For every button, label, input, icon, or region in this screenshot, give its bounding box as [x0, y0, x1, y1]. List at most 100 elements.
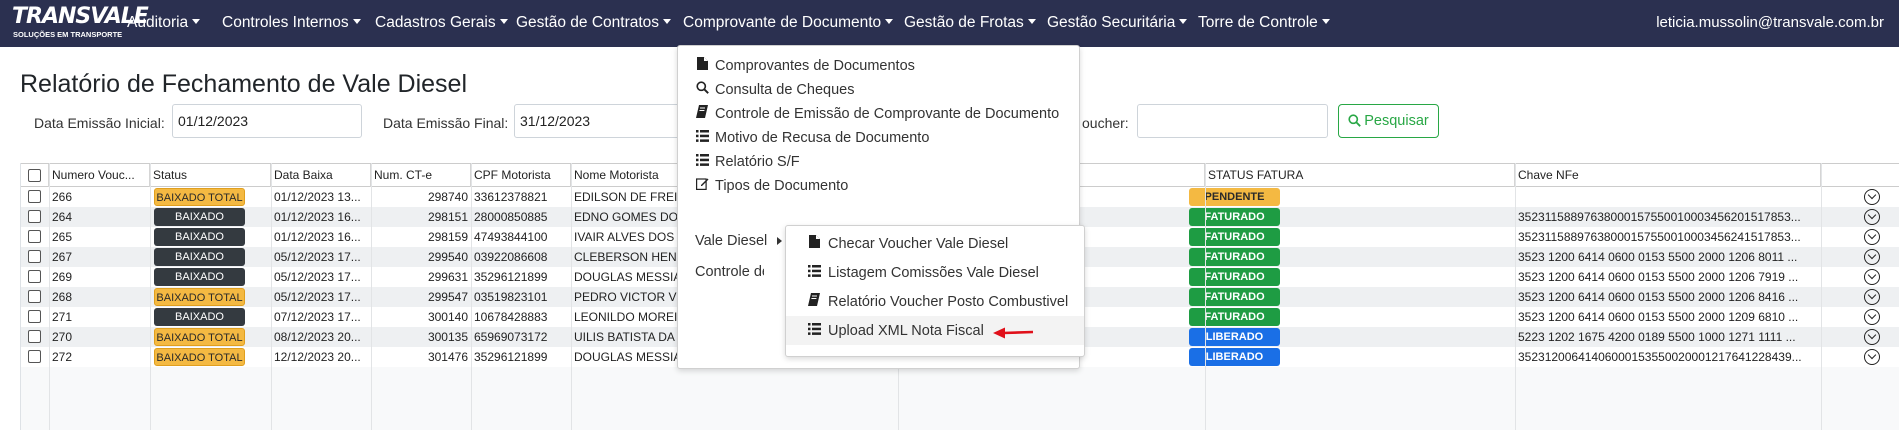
- cell-chave-nfe: [1515, 187, 1821, 207]
- cell-data-baixa: 12/12/2023 20...: [274, 350, 361, 364]
- status-badge: BAIXADO PARCIAL: [154, 268, 245, 301]
- cell-num-cte: 299631: [427, 270, 468, 284]
- nav-menu-cadastros-gerais[interactable]: Cadastros Gerais: [375, 0, 508, 47]
- cell-chave-nfe: 3523 1200 6414 0600 0153 5500 2000 1206 …: [1518, 250, 1798, 264]
- header-chave-nfe[interactable]: Chave NFe: [1515, 164, 1821, 187]
- submenu-item-listagem-comissoes[interactable]: Listagem Comissões Vale Diesel: [786, 258, 1084, 287]
- check-circle-icon[interactable]: [1864, 349, 1880, 365]
- cell-num-cte: 301476: [427, 350, 468, 364]
- emissao-final-input[interactable]: 31/12/2023: [514, 104, 704, 138]
- caret-down-icon: [885, 19, 894, 25]
- check-circle-icon[interactable]: [1864, 209, 1880, 225]
- submenu-item-label: Relatório Voucher Posto Combustivel: [828, 294, 1069, 310]
- nav-menu-gestao-securitaria[interactable]: Gestão Securitária: [1047, 0, 1188, 47]
- status-fatura-badge: FATURADO: [1189, 208, 1280, 226]
- caret-right-icon: [777, 237, 783, 246]
- logo-subtitle: SOLUÇÕES EM TRANSPORTE: [13, 30, 123, 39]
- menu-item-label: Consulta de Cheques: [715, 82, 855, 98]
- menu-item-label: Controle de Emissão de Comprovante de Do…: [715, 106, 1060, 122]
- check-circle-icon[interactable]: [1864, 249, 1880, 265]
- submenu-item-upload-xml[interactable]: Upload XML Nota Fiscal: [786, 316, 1084, 345]
- nav-menu-torre-controle[interactable]: Torre de Controle: [1198, 0, 1330, 47]
- nav-menu-comprovante-documento[interactable]: Comprovante de Documento: [683, 0, 894, 47]
- cell-numero-voucher: 270: [52, 330, 73, 344]
- status-badge: BAIXADO PARCIAL: [154, 228, 245, 261]
- row-checkbox[interactable]: [28, 250, 41, 263]
- column-divider: [49, 163, 50, 430]
- cell-data-baixa: 05/12/2023 17...: [274, 250, 361, 264]
- status-fatura-badge: FATURADO: [1189, 268, 1280, 286]
- header-numero-voucher[interactable]: Numero Vouc...: [49, 164, 150, 187]
- status-badge: BAIXADO PARCIAL: [154, 248, 245, 281]
- menu-item-label: Comprovantes de Documentos: [715, 58, 915, 74]
- row-checkbox[interactable]: [28, 330, 41, 343]
- row-checkbox[interactable]: [28, 190, 41, 203]
- header-cpf-motorista[interactable]: CPF Motorista: [471, 164, 571, 187]
- status-fatura-badge: FATURADO: [1189, 288, 1280, 306]
- row-checkbox[interactable]: [28, 270, 41, 283]
- transvale-logo[interactable]: TRANSVALE SOLUÇÕES EM TRANSPORTE: [12, 5, 149, 41]
- status-fatura-badge: FATURADO: [1189, 248, 1280, 266]
- cell-num-cte: 300140: [427, 310, 468, 324]
- caret-down-icon: [499, 19, 508, 25]
- status-badge: BAIXADO PARCIAL: [154, 308, 245, 341]
- check-circle-icon[interactable]: [1864, 289, 1880, 305]
- column-divider: [271, 163, 272, 430]
- submenu-item-checar-voucher[interactable]: Checar Voucher Vale Diesel: [786, 229, 1084, 258]
- emissao-inicial-input[interactable]: 01/12/2023: [172, 104, 362, 138]
- user-email[interactable]: leticia.mussolin@transvale.com.br: [1656, 0, 1884, 47]
- check-circle-icon[interactable]: [1864, 189, 1880, 205]
- row-checkbox[interactable]: [28, 230, 41, 243]
- cell-cpf-motorista: 35296121899: [474, 350, 548, 364]
- menu-item-controle-m[interactable]: Controle de M: [678, 258, 764, 286]
- submenu-item-relatorio-voucher[interactable]: Relatório Voucher Posto Combustivel: [786, 287, 1084, 316]
- check-circle-icon[interactable]: [1864, 329, 1880, 345]
- caret-down-icon: [1027, 19, 1036, 25]
- header-status-fatura[interactable]: STATUS FATURA: [1205, 164, 1515, 187]
- nav-menu-gestao-frotas[interactable]: Gestão de Frotas: [904, 0, 1036, 47]
- status-badge: BAIXADO PARCIAL: [154, 208, 245, 241]
- search-button[interactable]: Pesquisar: [1338, 104, 1439, 138]
- cell-chave-nfe: 3523115889763800015755001000345624151785…: [1518, 230, 1801, 244]
- nav-menu-auditoria[interactable]: Auditoria: [127, 0, 201, 47]
- header-status[interactable]: Status: [150, 164, 271, 187]
- select-all-checkbox[interactable]: [28, 169, 41, 182]
- row-checkbox[interactable]: [28, 210, 41, 223]
- menu-item-label: Relatório S/F: [715, 154, 800, 170]
- page-title: Relatório de Fechamento de Vale Diesel: [20, 70, 468, 98]
- cell-data-baixa: 05/12/2023 17...: [274, 270, 361, 284]
- row-checkbox[interactable]: [28, 350, 41, 363]
- cell-chave-nfe: 5223 1202 1675 4200 0189 5500 1000 1271 …: [1518, 330, 1796, 344]
- header-num-cte[interactable]: Num. CT-e: [371, 164, 471, 187]
- cell-cpf-motorista: 65969073172: [474, 330, 548, 344]
- cell-cpf-motorista: 35296121899: [474, 270, 548, 284]
- nav-label: Auditoria: [127, 14, 189, 31]
- cell-numero-voucher: 271: [52, 310, 73, 324]
- row-checkbox[interactable]: [28, 310, 41, 323]
- emissao-inicial-label: Data Emissão Inicial:: [34, 115, 165, 131]
- row-checkbox[interactable]: [28, 290, 41, 303]
- cell-numero-voucher: 265: [52, 230, 73, 244]
- cell-numero-voucher: 269: [52, 270, 73, 284]
- select-all-cell: [21, 164, 49, 187]
- cell-chave-nfe: 3523115889763800015755001000345620151785…: [1518, 210, 1801, 224]
- status-fatura-badge: FATURADO: [1189, 228, 1280, 246]
- cell-chave-nfe: 3523 1200 6414 0600 0153 5500 2000 1206 …: [1518, 290, 1799, 304]
- top-navbar: TRANSVALE SOLUÇÕES EM TRANSPORTE Auditor…: [0, 0, 1899, 47]
- nav-label: Gestão de Contratos: [516, 14, 660, 31]
- check-circle-icon[interactable]: [1864, 269, 1880, 285]
- check-circle-icon[interactable]: [1864, 309, 1880, 325]
- check-circle-icon[interactable]: [1864, 229, 1880, 245]
- nav-menu-gestao-contratos[interactable]: Gestão de Contratos: [516, 0, 672, 47]
- menu-item-tipos-documento[interactable]: Tipos de Documento: [678, 172, 1079, 200]
- cell-num-cte: 300135: [427, 330, 468, 344]
- header-data-baixa[interactable]: Data Baixa: [271, 164, 371, 187]
- cell-chave-nfe: 3523 1200 6414 0600 0153 5500 2000 1206 …: [1518, 270, 1799, 284]
- cell-cpf-motorista: 10678428883: [474, 310, 548, 324]
- cell-chave-nfe: 3523 1200 6414 0600 0153 5500 2000 1209 …: [1518, 310, 1799, 324]
- menu-item-label: Vale Diesel: [695, 233, 768, 249]
- nav-menu-controles-internos[interactable]: Controles Internos: [222, 0, 361, 47]
- cell-chave-nfe: 3523120064140600015355002000121764122843…: [1518, 350, 1802, 364]
- status-fatura-badge: LIBERADO: [1189, 328, 1280, 346]
- voucher-input[interactable]: [1137, 104, 1328, 138]
